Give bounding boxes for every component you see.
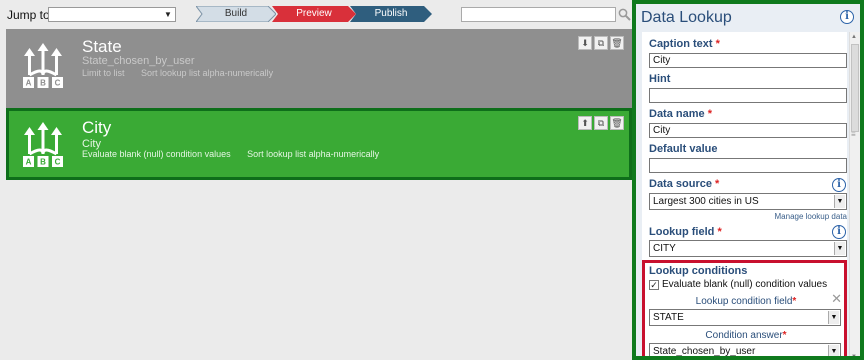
chevron-down-icon: ▼ xyxy=(828,345,839,356)
move-up-icon[interactable]: ⬆ xyxy=(578,116,592,130)
step-build[interactable]: Build xyxy=(196,6,276,22)
chevron-down-icon: ▼ xyxy=(834,195,845,208)
data-source-select[interactable]: Largest 300 cities in US ▼ xyxy=(649,193,847,210)
lookup-field-label-text: Lookup field xyxy=(649,226,715,238)
svg-text:A: A xyxy=(26,79,32,88)
caption-text-field[interactable]: City xyxy=(649,53,847,68)
card-actions: ⬆ ⧉ 🗑 xyxy=(578,116,624,130)
question-property: Limit to list xyxy=(82,68,125,78)
copy-icon[interactable]: ⧉ xyxy=(594,116,608,130)
required-mark: * xyxy=(707,108,712,120)
svg-text:B: B xyxy=(40,158,46,167)
required-mark: * xyxy=(792,296,797,307)
required-mark: * xyxy=(715,38,720,50)
lookup-field-label: Lookup field * xyxy=(649,226,722,238)
required-mark: * xyxy=(715,178,720,190)
step-publish[interactable]: Publish xyxy=(350,6,432,22)
data-source-info-icon[interactable]: i xyxy=(832,178,846,192)
scroll-down-icon[interactable]: ▼ xyxy=(851,354,857,356)
lookup-field-info-icon[interactable]: i xyxy=(832,225,846,239)
properties-panel: Data Lookup i Caption text * City Hint D… xyxy=(632,0,864,360)
svg-text:A: A xyxy=(26,158,32,167)
jump-to-label: Jump to xyxy=(7,8,50,22)
data-name-label-text: Data name xyxy=(649,108,705,120)
condition-answer-label-text: Condition answer xyxy=(705,330,783,341)
jump-to-select[interactable]: ▼ xyxy=(48,7,176,22)
condition-field-value: STATE xyxy=(653,312,684,323)
question-data-name: State_chosen_by_user xyxy=(82,55,195,67)
data-source-label: Data source * xyxy=(649,178,719,190)
condition-answer-value: State_chosen_by_user xyxy=(653,346,756,357)
lookup-field-select[interactable]: CITY ▼ xyxy=(649,240,847,257)
question-property: Sort lookup list alpha-numerically xyxy=(141,68,274,78)
condition-answer-label: Condition answer* xyxy=(645,330,847,341)
step-preview[interactable]: Preview xyxy=(272,6,356,22)
lookup-field-value: CITY xyxy=(653,243,676,254)
question-properties: Limit to list Sort lookup list alpha-num… xyxy=(82,68,273,78)
question-card-city[interactable]: ABC City City Evaluate blank (null) cond… xyxy=(6,108,632,180)
svg-text:B: B xyxy=(40,79,46,88)
default-value-field[interactable] xyxy=(649,158,847,173)
panel-scrollbar[interactable]: ▲ ≡ ▼ xyxy=(849,32,860,356)
scroll-thumb[interactable] xyxy=(851,44,859,132)
chevron-down-icon: ▼ xyxy=(834,242,845,255)
search-input[interactable] xyxy=(461,7,616,22)
delete-icon[interactable]: 🗑 xyxy=(610,36,624,50)
delete-icon[interactable]: 🗑 xyxy=(610,116,624,130)
copy-icon[interactable]: ⧉ xyxy=(594,36,608,50)
scroll-up-icon[interactable]: ▲ xyxy=(851,34,857,40)
svg-text:C: C xyxy=(55,79,61,88)
evaluate-blank-checkbox[interactable]: ✓ xyxy=(649,280,659,290)
caption-text-label: Caption text * xyxy=(649,38,720,50)
data-name-label: Data name * xyxy=(649,108,712,120)
condition-field-label-text: Lookup condition field xyxy=(695,296,793,307)
top-toolbar: Jump to ▼ Build Preview Publish xyxy=(0,0,634,28)
scroll-grip-icon: ≡ xyxy=(851,130,856,139)
lookup-conditions-box: Lookup conditions ✓ Evaluate blank (null… xyxy=(642,260,847,357)
info-icon[interactable]: i xyxy=(840,10,854,24)
chevron-down-icon: ▼ xyxy=(828,311,839,324)
panel-header: Data Lookup i xyxy=(636,4,860,32)
hint-field[interactable] xyxy=(649,88,847,103)
condition-field-select[interactable]: STATE ▼ xyxy=(649,309,841,326)
question-property: Evaluate blank (null) condition values xyxy=(82,149,231,159)
condition-field-label: Lookup condition field* xyxy=(645,296,847,307)
lookup-conditions-title: Lookup conditions xyxy=(649,265,748,277)
required-mark: * xyxy=(782,330,787,341)
step-preview-label: Preview xyxy=(296,8,332,19)
data-name-field[interactable]: City xyxy=(649,123,847,138)
data-source-label-text: Data source xyxy=(649,178,712,190)
required-mark: * xyxy=(717,226,722,238)
search-icon[interactable] xyxy=(618,8,631,21)
lookup-question-icon: ABC xyxy=(23,122,63,167)
question-property: Sort lookup list alpha-numerically xyxy=(247,149,380,159)
card-actions: ⬇ ⧉ 🗑 xyxy=(578,36,624,50)
question-caption: City xyxy=(82,118,112,137)
question-properties: Evaluate blank (null) condition values S… xyxy=(82,149,379,159)
step-publish-label: Publish xyxy=(374,8,408,19)
data-source-value: Largest 300 cities in US xyxy=(653,196,759,207)
default-value-label: Default value xyxy=(649,143,718,155)
condition-answer-select[interactable]: State_chosen_by_user ▼ xyxy=(649,343,841,357)
evaluate-blank-label: Evaluate blank (null) condition values xyxy=(662,279,828,290)
chevron-down-icon: ▼ xyxy=(164,10,172,19)
manage-lookup-data-link[interactable]: Manage lookup data xyxy=(775,212,848,221)
panel-body: Caption text * City Hint Data name * Cit… xyxy=(642,32,848,357)
question-caption: State xyxy=(82,37,122,56)
caption-text-label-text: Caption text xyxy=(649,38,713,50)
lookup-question-icon: ABC xyxy=(23,43,63,88)
hint-label: Hint xyxy=(649,73,671,85)
svg-text:C: C xyxy=(55,158,61,167)
move-down-icon[interactable]: ⬇ xyxy=(578,36,592,50)
panel-title: Data Lookup xyxy=(641,9,732,26)
step-build-label: Build xyxy=(224,8,248,19)
